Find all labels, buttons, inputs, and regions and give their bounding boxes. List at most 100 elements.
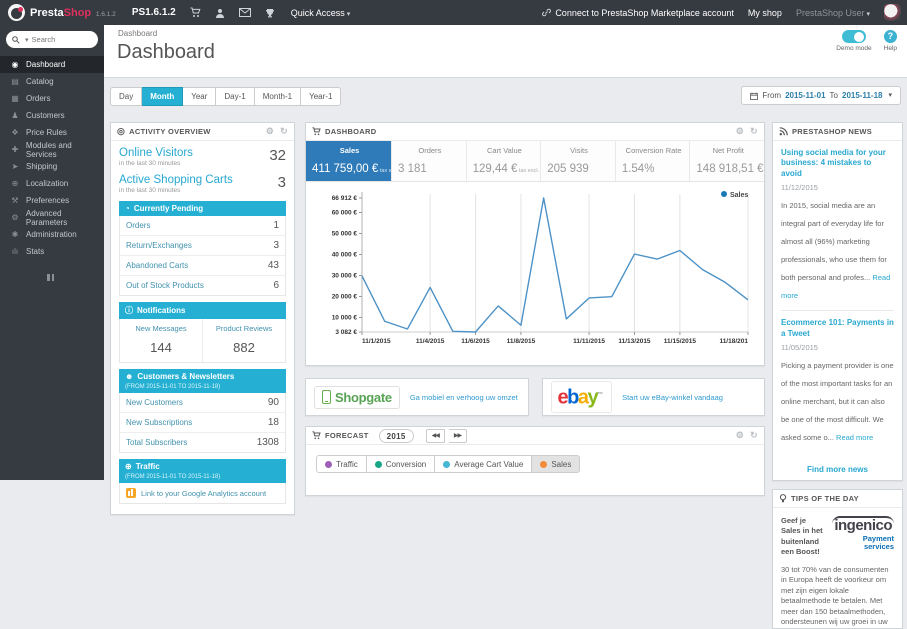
active-carts-label[interactable]: Active Shopping Carts [119, 174, 286, 186]
sidebar-item-localization[interactable]: ⊕Localization [0, 175, 104, 192]
kpi-tab-visits[interactable]: Visits205 939 [541, 141, 616, 181]
ebay-link[interactable]: Start uw eBay-winkel vandaag [622, 393, 723, 402]
logo-text-shop: Shop [64, 7, 92, 19]
shipping-icon: ➤ [10, 162, 20, 171]
marketplace-link[interactable]: Connect to PrestaShop Marketplace accoun… [542, 8, 734, 18]
ebay-letter: e [558, 386, 568, 408]
sidebar-item-label: Administration [26, 230, 77, 239]
customers-label[interactable]: Total Subscribers [126, 438, 187, 447]
find-more-news-link[interactable]: Find more news [773, 461, 902, 480]
quick-access-menu[interactable]: Quick Access▾ [291, 8, 351, 18]
avatar[interactable] [884, 4, 901, 21]
range-button-year[interactable]: Year [183, 87, 216, 106]
prestashop-logo[interactable]: PrestaShop 1.6.1.2 [0, 4, 124, 21]
forecast-legend-sales[interactable]: Sales [532, 455, 580, 473]
demo-mode-control[interactable]: Demo mode [836, 30, 871, 52]
read-more-link[interactable]: Read more [836, 433, 873, 442]
kpi-tab-orders[interactable]: Orders3 181 [392, 141, 467, 181]
forecast-next-button[interactable]: ▶▶ [449, 429, 467, 443]
my-shop-link[interactable]: My shop [748, 8, 782, 18]
pending-label[interactable]: Out of Stock Products [126, 281, 204, 290]
help-control[interactable]: ? Help [884, 30, 897, 52]
info-icon: ⓘ [125, 305, 133, 316]
sidebar-search[interactable]: ▾ [6, 31, 98, 48]
sidebar-item-advanced-parameters[interactable]: ⚙Advanced Parameters [0, 209, 104, 226]
customers-label[interactable]: New Subscriptions [126, 418, 192, 427]
range-button-day[interactable]: Day [110, 87, 142, 106]
notification-value: 882 [205, 340, 283, 355]
forecast-legend-traffic[interactable]: Traffic [316, 455, 367, 473]
notification-label[interactable]: New Messages [122, 324, 200, 333]
help-icon[interactable]: ? [884, 30, 897, 43]
date-range-picker[interactable]: From2015-11-01 To2015-11-18 ▾ [741, 86, 901, 105]
news-article-title[interactable]: Using social media for your business: 4 … [781, 148, 894, 179]
refresh-icon[interactable]: ↻ [280, 126, 288, 137]
shopgate-banner[interactable]: Shopgate Ga mobiel en verhoog uw omzet [305, 378, 529, 416]
range-button-month-1[interactable]: Month-1 [255, 87, 301, 106]
range-button-year-1[interactable]: Year-1 [301, 87, 341, 106]
customers-row: New Subscriptions18 [120, 413, 285, 433]
kpi-value: 129,44 € tax excl. [473, 163, 537, 175]
user-menu[interactable]: PrestaShop User▾ [796, 8, 870, 18]
cart-icon [312, 431, 321, 440]
cart-icon[interactable] [190, 7, 201, 18]
link-icon [542, 8, 551, 17]
range-button-month[interactable]: Month [142, 87, 183, 106]
gear-icon[interactable]: ⚙ [266, 126, 274, 137]
sidebar-item-customers[interactable]: ♟Customers [0, 107, 104, 124]
search-scope-caret-icon[interactable]: ▾ [25, 36, 29, 44]
demo-mode-toggle[interactable] [842, 30, 866, 43]
sidebar-item-dashboard[interactable]: ◉Dashboard [0, 56, 104, 73]
ebay-logo: ebay™ [551, 381, 613, 414]
cart-icon [312, 127, 321, 136]
sidebar-collapse-button[interactable] [47, 274, 57, 281]
refresh-icon[interactable]: ↻ [750, 126, 758, 137]
online-visitors-label[interactable]: Online Visitors [119, 147, 286, 159]
customers-icon[interactable] [215, 8, 225, 18]
forecast-legend-average-cart-value[interactable]: Average Cart Value [435, 455, 532, 473]
gear-icon[interactable]: ⚙ [736, 126, 744, 137]
pending-label[interactable]: Abandoned Carts [126, 261, 188, 270]
customers-label[interactable]: New Customers [126, 398, 183, 407]
refresh-icon[interactable]: ↻ [750, 430, 758, 441]
stats-icon: ılı [10, 247, 20, 256]
sidebar-item-preferences[interactable]: ⚒Preferences [0, 192, 104, 209]
sidebar-item-modules-and-services[interactable]: ✚Modules and Services [0, 141, 104, 158]
forecast-prev-button[interactable]: ◀◀ [426, 429, 445, 443]
kpi-tab-sales[interactable]: Sales411 759,00 € tax excl. [306, 141, 392, 181]
messages-icon[interactable] [239, 8, 251, 17]
kpi-tab-cart-value[interactable]: Cart Value129,44 € tax excl. [467, 141, 542, 181]
forecast-legend-conversion[interactable]: Conversion [367, 455, 435, 473]
search-input[interactable] [32, 35, 86, 44]
breadcrumb[interactable]: Dashboard [104, 25, 907, 38]
notification-label[interactable]: Product Reviews [205, 324, 283, 333]
sidebar-item-price-rules[interactable]: ❖Price Rules [0, 124, 104, 141]
legend-label: Average Cart Value [454, 460, 523, 469]
shopgate-link[interactable]: Ga mobiel en verhoog uw omzet [410, 393, 518, 402]
logo-version: 1.6.1.2 [96, 11, 116, 18]
notification-cell: New Messages144 [120, 319, 202, 362]
gear-icon[interactable]: ⚙ [736, 430, 744, 441]
help-label: Help [884, 45, 897, 52]
news-article-title[interactable]: Ecommerce 101: Payments in a Tweet [781, 318, 894, 339]
range-button-day-1[interactable]: Day-1 [216, 87, 254, 106]
svg-text:11/4/2015: 11/4/2015 [416, 338, 445, 345]
sidebar-item-shipping[interactable]: ➤Shipping [0, 158, 104, 175]
sidebar-item-stats[interactable]: ılıStats [0, 243, 104, 260]
ebay-banner[interactable]: ebay™ Start uw eBay-winkel vandaag [542, 378, 766, 416]
sidebar-item-administration[interactable]: ✱Administration [0, 226, 104, 243]
pending-label[interactable]: Orders [126, 221, 150, 230]
trophy-icon[interactable] [265, 8, 275, 18]
sidebar-item-orders[interactable]: ▦Orders [0, 90, 104, 107]
pending-value: 6 [273, 280, 279, 291]
google-analytics-link[interactable]: Link to your Google Analytics account [141, 489, 266, 498]
ingenico-logo[interactable]: ingenico Payment services [829, 516, 894, 558]
sidebar-item-catalog[interactable]: ▤Catalog [0, 73, 104, 90]
page-title: Dashboard [104, 38, 907, 64]
dashboard-icon: ◉ [10, 60, 20, 69]
pending-label[interactable]: Return/Exchanges [126, 241, 192, 250]
news-article-date: 11/12/2015 [781, 183, 894, 192]
kpi-tab-conversion-rate[interactable]: Conversion Rate1.54% [616, 141, 691, 181]
kpi-tab-net-profit[interactable]: Net Profit148 918,51 € tax ex [690, 141, 764, 181]
svg-text:20 000 €: 20 000 € [332, 293, 358, 300]
